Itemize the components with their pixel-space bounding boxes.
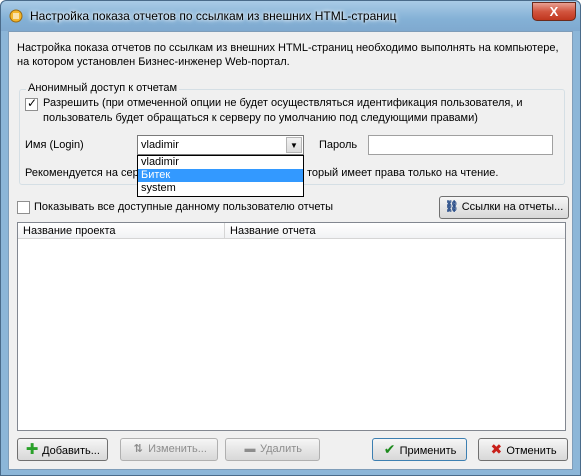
close-button[interactable]: X (532, 2, 576, 21)
cross-icon: ✖ (490, 441, 503, 457)
password-input[interactable] (368, 135, 553, 155)
show-all-label: Показывать все доступные данному пользов… (34, 201, 334, 213)
app-icon (9, 9, 23, 23)
apply-button[interactable]: ✔ Применить (372, 438, 467, 461)
allow-anonymous-checkbox[interactable]: ✓ (25, 96, 38, 111)
login-combobox[interactable]: vladimir ▼ (137, 135, 304, 155)
title-bar[interactable]: Настройка показа отчетов по ссылкам из в… (1, 1, 580, 31)
report-links-label: Ссылки на отчеты... (461, 201, 564, 213)
password-label: Пароль (319, 139, 358, 151)
delete-button[interactable]: ▬ Удалить (225, 438, 320, 461)
group-legend: Анонимный доступ к отчетам (26, 82, 180, 94)
intro-text: Настройка показа отчетов по ссылкам из в… (17, 42, 559, 68)
add-label: Добавить... (42, 445, 100, 457)
delete-label: Удалить (260, 443, 302, 455)
cancel-label: Отменить (506, 445, 557, 457)
allow-anonymous-label: Разрешить (при отмеченной опции не будет… (43, 97, 523, 124)
dropdown-option-selected[interactable]: Битек (138, 169, 303, 182)
edit-button[interactable]: ⇅ Изменить... (120, 438, 218, 461)
window-title: Настройка показа отчетов по ссылкам из в… (30, 9, 397, 23)
cancel-button[interactable]: ✖ Отменить (478, 438, 568, 461)
table-header: Название проекта Название отчета (18, 223, 565, 239)
column-header-report[interactable]: Название отчета (225, 223, 525, 239)
edit-arrows-icon: ⇅ (133, 443, 143, 455)
dialog-client-area: Настройка показа отчетов по ссылкам из в… (8, 31, 573, 470)
recommend-text-right: торый имеет права только на чтение. (307, 167, 499, 179)
dropdown-option[interactable]: system (138, 182, 303, 195)
plus-icon: ✚ (25, 441, 39, 458)
link-chain-icon: ⛓ (444, 201, 459, 213)
dialog-window: Настройка показа отчетов по ссылкам из в… (0, 0, 581, 476)
login-label: Имя (Login) (25, 139, 84, 151)
column-header-project[interactable]: Название проекта (18, 223, 224, 239)
dropdown-option[interactable]: vladimir (138, 156, 303, 169)
recommend-text-left: Рекомендуется на сер (25, 167, 139, 179)
check-mark-icon: ✓ (27, 96, 38, 110)
login-value: vladimir (141, 139, 179, 151)
edit-label: Изменить... (148, 443, 207, 455)
login-dropdown-list[interactable]: vladimir Битек system (137, 155, 304, 197)
show-all-checkbox[interactable] (17, 201, 30, 214)
report-links-button[interactable]: ⛓ Ссылки на отчеты... (439, 196, 569, 219)
check-icon: ✔ (383, 441, 396, 457)
chevron-down-icon[interactable]: ▼ (286, 137, 302, 153)
minus-icon: ▬ (244, 443, 256, 455)
apply-label: Применить (399, 445, 457, 457)
reports-table[interactable]: Название проекта Название отчета (17, 222, 566, 431)
add-button[interactable]: ✚ Добавить... (17, 438, 108, 461)
